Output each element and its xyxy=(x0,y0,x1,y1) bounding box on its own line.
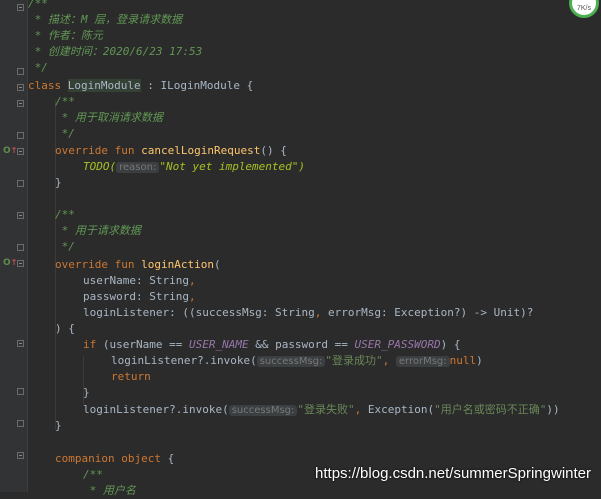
code-line: if (userName == USER_NAME && password ==… xyxy=(83,338,461,351)
code-line: */ xyxy=(28,61,48,74)
code-line: /** xyxy=(28,0,48,10)
code-line: * 用户名 xyxy=(83,484,136,497)
fold-marker[interactable] xyxy=(17,212,24,219)
code-line: */ xyxy=(55,127,75,140)
class-declaration: class LoginModule : ILoginModule { xyxy=(28,79,254,92)
code-line: ) { xyxy=(55,322,75,335)
fold-marker[interactable] xyxy=(17,4,24,11)
code-line: } xyxy=(55,419,62,432)
code-line: userName: String, xyxy=(83,274,196,287)
code-line: /** xyxy=(55,95,75,108)
code-line: loginListener?.invoke(successMsg: "登录成功",… xyxy=(111,354,483,367)
code-line: loginListener: ((successMsg: String, err… xyxy=(83,306,534,319)
code-editor[interactable]: /** * 描述：M 层，登录请求数据 * 作者：陈元 * 创建时间：2020/… xyxy=(28,0,601,497)
fold-marker[interactable] xyxy=(17,180,24,187)
code-line: */ xyxy=(55,240,75,253)
fold-marker[interactable] xyxy=(17,244,24,251)
function-declaration: override fun cancelLoginRequest() { xyxy=(55,144,287,157)
override-icon[interactable]: O↑ xyxy=(3,146,17,156)
code-line: loginListener?.invoke(successMsg: "登录失败",… xyxy=(83,403,560,416)
code-line: return xyxy=(111,370,151,383)
fold-marker[interactable] xyxy=(17,340,24,347)
fold-marker[interactable] xyxy=(17,84,24,91)
override-icon[interactable]: O↑ xyxy=(3,258,17,268)
todo-line: TODO(reason: "Not yet implemented") xyxy=(83,160,306,173)
code-line: } xyxy=(83,386,90,399)
code-line: /** xyxy=(83,468,103,481)
code-line: * 作者：陈元 xyxy=(28,29,103,42)
watermark: https://blog.csdn.net/summerSpringwinter xyxy=(315,465,591,482)
fold-marker[interactable] xyxy=(17,68,24,75)
code-line: companion object { xyxy=(55,452,175,465)
fold-marker[interactable] xyxy=(17,420,24,427)
fold-marker[interactable] xyxy=(17,132,24,139)
code-line: * 用于请求数据 xyxy=(55,224,141,237)
fold-marker[interactable] xyxy=(17,100,24,107)
code-line: } xyxy=(55,176,62,189)
fold-marker[interactable] xyxy=(17,260,24,267)
code-line: password: String, xyxy=(83,290,196,303)
code-line: * 创建时间：2020/6/23 17:53 xyxy=(28,45,203,58)
code-line: * 用于取消请求数据 xyxy=(55,111,163,124)
fold-marker[interactable] xyxy=(17,148,24,155)
function-declaration: override fun loginAction( xyxy=(55,258,221,271)
fold-marker[interactable] xyxy=(17,388,24,395)
code-line: * 描述：M 层，登录请求数据 xyxy=(28,13,183,26)
code-line: /** xyxy=(55,208,75,221)
fold-marker[interactable] xyxy=(17,452,24,459)
